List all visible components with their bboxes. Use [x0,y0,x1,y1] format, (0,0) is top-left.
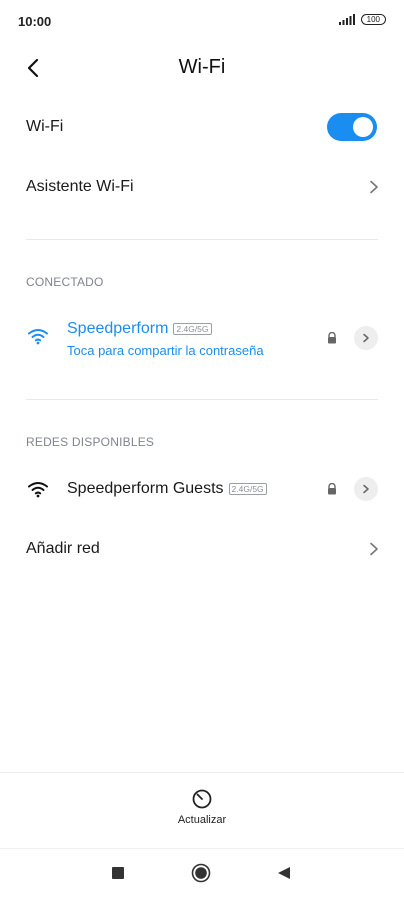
wifi-toggle-switch[interactable] [327,113,377,141]
chevron-right-icon [370,180,378,194]
connected-network-name: Speedperform [67,320,169,337]
refresh-button[interactable]: Actualizar [0,788,404,826]
section-heading-connected: CONECTADO [26,275,104,289]
toggle-knob [353,117,373,137]
page-title: Wi-Fi [178,56,226,78]
refresh-label: Actualizar [177,814,227,826]
bottom-bar-divider [0,772,404,773]
section-heading-available: REDES DISPONIBLES [26,435,155,449]
chevron-right-icon [370,542,378,556]
connected-network-row[interactable]: Speedperform 2.4G/5G Toca para compartir… [67,320,264,358]
lock-icon [328,332,336,344]
signal-icon [338,14,355,25]
lock-icon [328,483,336,495]
square-nav-icon[interactable] [112,867,124,879]
available-network-row[interactable]: Speedperform Guests 2.4G/5G [67,480,267,498]
add-network-row[interactable]: Añadir red [26,540,100,558]
back-nav-icon[interactable] [277,866,291,880]
battery-icon: 100 [360,14,386,25]
divider [26,239,378,240]
chevron-right-icon [363,484,369,494]
network-details-button[interactable] [354,477,378,501]
refresh-icon [192,789,212,809]
wifi-toggle-label: Wi-Fi [26,118,64,135]
wifi-icon [28,329,48,345]
share-password-hint[interactable]: Toca para compartir la contraseña [67,343,264,358]
home-nav-icon[interactable] [191,863,211,883]
band-badge: 2.4G/5G [228,483,267,495]
system-navbar [0,860,404,886]
chevron-right-icon [363,333,369,343]
band-badge: 2.4G/5G [173,323,212,335]
divider [26,399,378,400]
available-network-name: Speedperform Guests [67,480,224,497]
wifi-icon [28,482,48,498]
status-icons: 100 [338,14,386,25]
network-details-button[interactable] [354,326,378,350]
wifi-assistant-row[interactable]: Asistente Wi-Fi [26,178,134,196]
status-time: 10:00 [18,14,52,29]
navbar-divider [0,848,404,849]
